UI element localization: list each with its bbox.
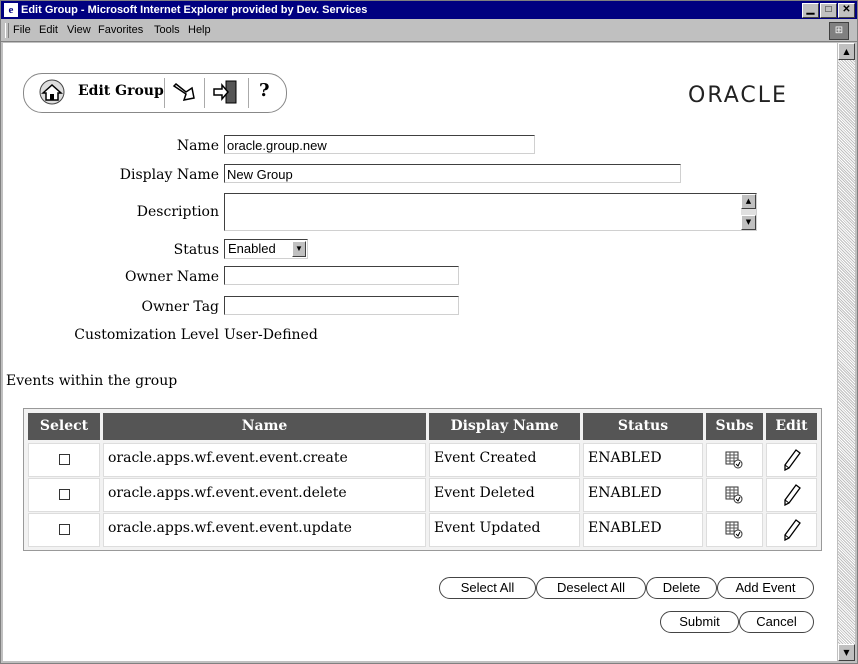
event-name: oracle.apps.wf.event.event.update	[103, 513, 426, 547]
col-header-edit: Edit	[766, 413, 817, 440]
toolbar-separator	[248, 78, 249, 108]
select-all-button[interactable]: Select All	[439, 577, 536, 599]
subscriptions-icon[interactable]	[724, 450, 744, 470]
col-header-select: Select	[28, 413, 100, 440]
menu-bar: File Edit View Favorites Tools Help ⊞	[1, 20, 857, 42]
menu-file[interactable]: File	[13, 24, 31, 36]
window-title: Edit Group - Microsoft Internet Explorer…	[21, 4, 368, 16]
deselect-all-button[interactable]: Deselect All	[536, 577, 646, 599]
maximize-button[interactable]: □	[820, 3, 837, 18]
chevron-down-icon[interactable]: ▼	[292, 241, 306, 257]
section-title: Events within the group	[6, 373, 178, 389]
event-name: oracle.apps.wf.event.event.delete	[103, 478, 426, 512]
description-label: Description	[136, 204, 219, 220]
title-bar: e Edit Group - Microsoft Internet Explor…	[1, 1, 857, 19]
scroll-up-icon[interactable]: ▲	[838, 43, 855, 60]
logout-icon[interactable]	[210, 78, 242, 106]
event-name: oracle.apps.wf.event.event.create	[103, 443, 426, 477]
browser-window: e Edit Group - Microsoft Internet Explor…	[0, 0, 858, 664]
customization-level-label: Customization Level	[74, 327, 219, 343]
help-icon[interactable]: ?	[259, 80, 270, 101]
owner-tag-label: Owner Tag	[141, 299, 219, 315]
row-select-checkbox[interactable]	[59, 454, 70, 465]
event-status: ENABLED	[583, 513, 703, 547]
event-display-name: Event Created	[429, 443, 580, 477]
owner-name-label: Owner Name	[124, 269, 219, 285]
vertical-scrollbar[interactable]: ▲ ▼	[838, 43, 855, 661]
status-label: Status	[173, 242, 219, 258]
event-display-name: Event Updated	[429, 513, 580, 547]
submit-button[interactable]: Submit	[660, 611, 739, 633]
display-name-label: Display Name	[119, 167, 219, 183]
menu-view[interactable]: View	[67, 24, 91, 36]
name-field[interactable]: oracle.group.new	[224, 135, 535, 154]
display-name-field[interactable]: New Group	[224, 164, 681, 183]
home-icon[interactable]	[36, 78, 68, 106]
edit-cell	[766, 478, 817, 512]
menu-grip	[5, 23, 9, 38]
col-header-name: Name	[103, 413, 426, 440]
event-status: ENABLED	[583, 443, 703, 477]
status-value: Enabled	[228, 241, 276, 256]
pencil-icon[interactable]	[783, 519, 801, 541]
toolbar-separator	[204, 78, 205, 108]
edit-cell	[766, 513, 817, 547]
ie-icon: e	[4, 3, 18, 17]
minimize-button[interactable]: ▁	[802, 3, 819, 18]
flashlight-icon[interactable]	[170, 78, 200, 106]
menu-help[interactable]: Help	[188, 24, 211, 36]
table-row	[28, 478, 100, 512]
subscriptions-icon[interactable]	[724, 485, 744, 505]
table-row	[28, 513, 100, 547]
oracle-logo: ORACLE	[688, 83, 788, 108]
owner-tag-field[interactable]	[224, 296, 459, 315]
subs-cell	[706, 443, 763, 477]
customization-level-value: User-Defined	[224, 327, 318, 343]
cancel-button[interactable]: Cancel	[739, 611, 814, 633]
menu-tools[interactable]: Tools	[154, 24, 180, 36]
col-header-subs: Subs	[706, 413, 763, 440]
delete-button[interactable]: Delete	[646, 577, 717, 599]
windows-logo-icon: ⊞	[829, 22, 849, 40]
table-row	[28, 443, 100, 477]
subscriptions-icon[interactable]	[724, 520, 744, 540]
row-select-checkbox[interactable]	[59, 524, 70, 535]
close-button[interactable]: ✕	[838, 3, 855, 18]
status-select[interactable]: Enabled ▼	[224, 239, 308, 259]
scroll-down-icon[interactable]: ▼	[741, 215, 756, 230]
row-select-checkbox[interactable]	[59, 489, 70, 500]
event-display-name: Event Deleted	[429, 478, 580, 512]
col-header-status: Status	[583, 413, 703, 440]
scroll-up-icon[interactable]: ▲	[741, 194, 756, 209]
edit-cell	[766, 443, 817, 477]
name-label: Name	[176, 138, 219, 154]
owner-name-field[interactable]	[224, 266, 459, 285]
pencil-icon[interactable]	[783, 449, 801, 471]
page-content: Edit Group ? ORACLE Name oracle.group.ne…	[3, 43, 837, 661]
menu-favorites[interactable]: Favorites	[98, 24, 143, 36]
menu-edit[interactable]: Edit	[39, 24, 58, 36]
add-event-button[interactable]: Add Event	[717, 577, 814, 599]
event-status: ENABLED	[583, 478, 703, 512]
pencil-icon[interactable]	[783, 484, 801, 506]
col-header-display-name: Display Name	[429, 413, 580, 440]
description-scrollbar[interactable]: ▲ ▼	[741, 194, 756, 230]
toolbar-title: Edit Group	[78, 83, 164, 99]
toolbar-separator	[164, 78, 165, 108]
events-table: Select Name Display Name Status Subs Edi…	[23, 408, 822, 551]
subs-cell	[706, 478, 763, 512]
subs-cell	[706, 513, 763, 547]
global-toolbar: Edit Group ?	[23, 73, 287, 113]
scroll-down-icon[interactable]: ▼	[838, 644, 855, 661]
scroll-track[interactable]	[838, 60, 855, 644]
description-field[interactable]: ▲ ▼	[224, 193, 757, 231]
